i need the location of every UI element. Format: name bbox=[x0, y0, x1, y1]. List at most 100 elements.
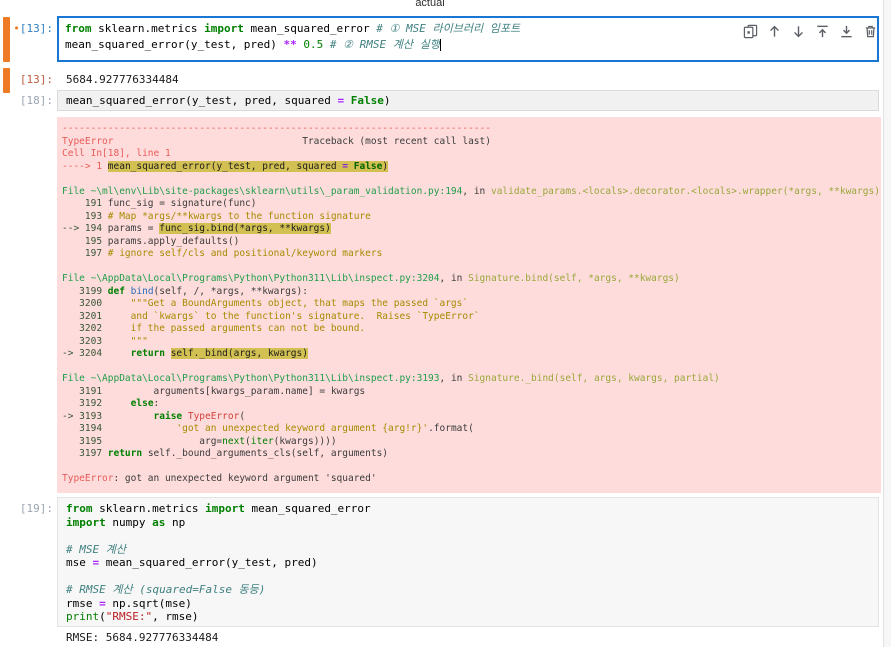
code-token: (kwargs)))) bbox=[273, 435, 337, 447]
code-token: params = bbox=[107, 223, 160, 234]
code-token: 0.5 bbox=[303, 38, 324, 51]
delete-cell-icon[interactable] bbox=[863, 24, 878, 39]
code-token: 3197 bbox=[62, 448, 108, 459]
code-token: File ~\ml\env\Lib\site-packages\sklearn\… bbox=[62, 185, 463, 197]
code-line: Cell In[18], line 1 bbox=[62, 148, 876, 161]
code-token: mse bbox=[66, 556, 93, 569]
insert-cell-above-icon[interactable] bbox=[815, 24, 830, 39]
code-token: 3202 bbox=[62, 323, 108, 334]
code-token bbox=[348, 160, 354, 172]
stdout-rmse: RMSE: 5684.927776334484 bbox=[66, 631, 219, 644]
code-token: # ignore self/cls and positional/keyword… bbox=[107, 248, 383, 259]
code-token: 3192 bbox=[62, 398, 108, 409]
code-token: return bbox=[107, 448, 148, 459]
code-token: import bbox=[204, 22, 244, 35]
code-token: iter bbox=[250, 435, 274, 447]
code-line: 3203 """ bbox=[62, 336, 876, 349]
code-token: TypeError bbox=[62, 135, 114, 147]
plot-xaxis-label-clipped: actual bbox=[415, 0, 445, 9]
code-token: 3194 bbox=[62, 423, 108, 434]
code-token: 197 bbox=[62, 248, 108, 259]
code-token: return bbox=[130, 348, 171, 359]
code-token: ) bbox=[383, 94, 391, 107]
code-token: sklearn.metrics bbox=[92, 502, 206, 515]
duplicate-cell-icon[interactable] bbox=[743, 24, 758, 39]
code-token: ( bbox=[99, 610, 106, 623]
code-token: np bbox=[165, 515, 186, 529]
code-line: 3191 arguments[kwargs_param.name] = kwar… bbox=[62, 386, 876, 399]
code-token: 195 bbox=[62, 235, 108, 247]
code-token: ----------------------------------------… bbox=[62, 123, 491, 134]
code-token: , in bbox=[439, 373, 469, 384]
insert-cell-below-icon[interactable] bbox=[839, 24, 854, 39]
code-line: print("RMSE:", rmse) bbox=[66, 610, 870, 624]
code-line: ----> 1 mean_squared_error(y_test, pred,… bbox=[62, 160, 876, 174]
code-token: ----> 1 bbox=[62, 160, 103, 172]
code-line: import numpy as np bbox=[66, 516, 870, 530]
code-token: TypeError bbox=[62, 473, 114, 484]
code-cell-18-editor[interactable]: mean_squared_error(y_test, pred, squared… bbox=[57, 90, 879, 111]
code-token: numpy bbox=[105, 515, 153, 529]
code-token: 3191 bbox=[62, 385, 108, 397]
code-token: , in bbox=[462, 185, 491, 197]
code-line: TypeError Traceback (most recent call la… bbox=[62, 136, 876, 149]
code-token: print bbox=[66, 610, 100, 623]
code-cell-19-editor[interactable]: from sklearn.metrics import mean_squared… bbox=[57, 497, 879, 627]
code-token: File ~\AppData\Local\Programs\Python\Pyt… bbox=[62, 373, 440, 384]
code-token: -> 3204 bbox=[62, 348, 108, 359]
output-value-13: 5684.927776334484 bbox=[66, 73, 179, 86]
code-token: mean_squared_error(y_test, pred, squared bbox=[107, 160, 343, 172]
input-prompt-13: •[13]: bbox=[0, 22, 53, 35]
code-token: # Map *args/**kwargs to the function sig… bbox=[107, 210, 371, 222]
code-token: from bbox=[65, 22, 92, 35]
output-prompt-13: [13]: bbox=[19, 73, 53, 86]
code-line: 197 # ignore self/cls and positional/key… bbox=[62, 248, 876, 261]
error-traceback-output: ----------------------------------------… bbox=[57, 117, 881, 493]
code-token: 191 bbox=[62, 198, 108, 209]
code-token: func_sig = signature(func) bbox=[107, 198, 257, 209]
code-token: """ bbox=[107, 335, 148, 347]
code-token: from bbox=[66, 502, 93, 515]
input-prompt-19: [19]: bbox=[19, 502, 53, 515]
code-token: False bbox=[353, 160, 383, 172]
code-line: from sklearn.metrics import mean_squared… bbox=[66, 502, 870, 516]
code-token: Signature.bind(self, *args, **kwargs) bbox=[468, 273, 680, 284]
code-line: 191 func_sig = signature(func) bbox=[62, 198, 876, 211]
code-token: 3203 bbox=[62, 335, 108, 347]
code-token: --> 194 bbox=[62, 223, 108, 234]
code-token: -> 3193 bbox=[62, 410, 108, 422]
modified-bullet: • bbox=[13, 22, 20, 35]
code-cell-13-editor[interactable]: from sklearn.metrics import mean_squared… bbox=[57, 16, 879, 62]
code-line: # MSE 계산 bbox=[66, 543, 870, 557]
code-line: 3200 """Get a BoundArguments object, tha… bbox=[62, 298, 876, 311]
code-token: sklearn.metrics bbox=[91, 22, 205, 35]
code-line: 193 # Map *args/**kwargs to the function… bbox=[62, 211, 876, 224]
code-token: as bbox=[152, 515, 166, 529]
code-token: 3200 bbox=[62, 298, 108, 309]
code-token: # ① MSE 라이브러리 임포트 bbox=[376, 22, 521, 35]
code-token: mean_squared_error bbox=[244, 502, 371, 515]
code-token: ) bbox=[382, 160, 389, 172]
code-token: "RMSE:" bbox=[105, 610, 153, 623]
code-line: --> 194 params = func_sig.bind(*args, **… bbox=[62, 223, 876, 236]
code-line: File ~\AppData\Local\Programs\Python\Pyt… bbox=[62, 273, 876, 286]
notebook-page: actual •[13]: from sklearn.metrics impor… bbox=[0, 0, 891, 647]
code-token: bind bbox=[130, 285, 154, 297]
code-line: 3201 and `kwargs` to the function's sign… bbox=[62, 311, 876, 324]
code-token: import bbox=[205, 502, 245, 515]
code-line: 3202 if the passed arguments can not be … bbox=[62, 323, 876, 336]
code-token: : bbox=[153, 398, 160, 409]
move-cell-up-icon[interactable] bbox=[767, 24, 782, 39]
code-token: mean_squared_error(y_test, pred) bbox=[99, 556, 318, 569]
code-token: if the passed arguments can not be bound… bbox=[107, 323, 366, 334]
move-cell-down-icon[interactable] bbox=[791, 24, 806, 39]
code-token: False bbox=[350, 94, 384, 107]
vertical-scrollbar[interactable] bbox=[883, 0, 891, 647]
code-token: def bbox=[107, 285, 131, 297]
code-token: = bbox=[99, 596, 106, 610]
code-token: : got an unexpected keyword argument 'sq… bbox=[113, 473, 377, 484]
